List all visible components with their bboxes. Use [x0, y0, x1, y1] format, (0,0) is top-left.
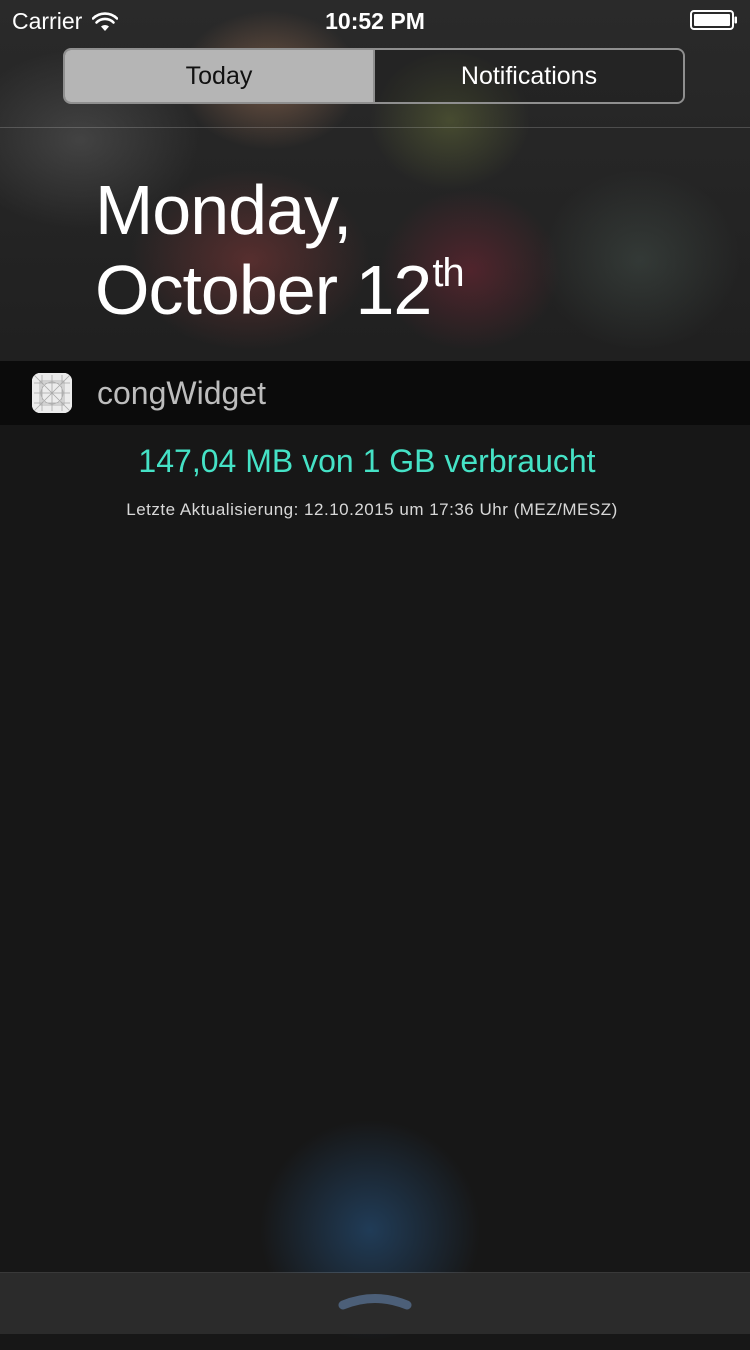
date-month-day-text: October 12: [95, 251, 432, 329]
widget-title: congWidget: [97, 374, 266, 411]
header-divider: [0, 127, 750, 128]
status-time: 10:52 PM: [325, 8, 425, 34]
widget-header[interactable]: congWidget: [0, 361, 750, 425]
tab-today[interactable]: Today: [65, 50, 373, 102]
chevron-up-grabber-icon[interactable]: [338, 1288, 412, 1312]
date-ordinal-suffix: th: [432, 251, 464, 295]
data-usage-text: 147,04 MB von 1 GB verbraucht: [138, 443, 596, 479]
date-weekday: Monday,: [95, 171, 352, 249]
tab-notifications[interactable]: Notifications: [373, 50, 683, 102]
battery-icon: [690, 10, 737, 30]
date-heading: Monday, October 12th: [95, 170, 465, 341]
today-notifications-segmented-control: Today Notifications: [63, 48, 685, 104]
date-month-day: October 12th: [95, 250, 465, 341]
last-updated-text: Letzte Aktualisierung: 12.10.2015 um 17:…: [126, 500, 618, 519]
grid-app-icon: [32, 373, 72, 413]
status-bar: Carrier 10:52 PM: [0, 0, 750, 40]
